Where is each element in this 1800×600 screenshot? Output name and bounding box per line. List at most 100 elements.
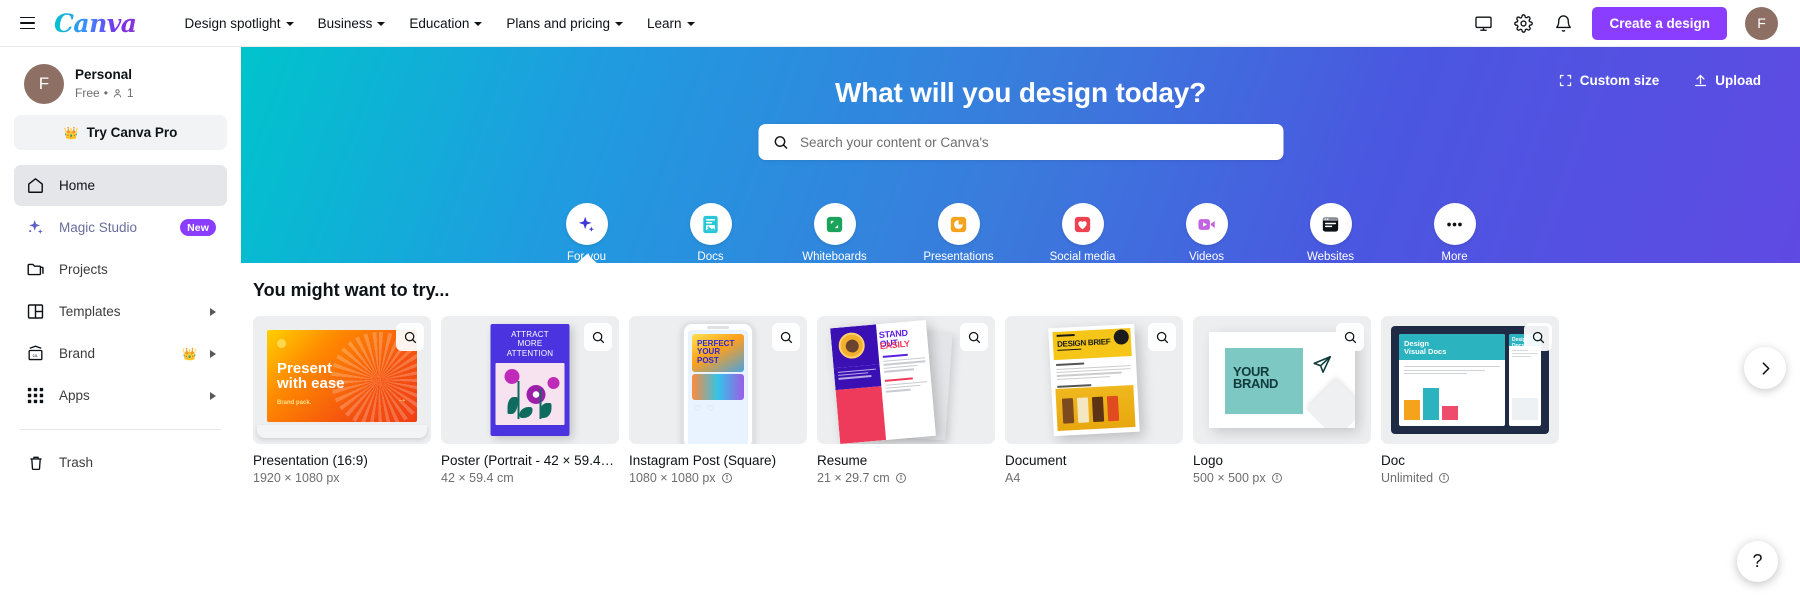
category-icon-circle (565, 203, 608, 245)
home-icon (25, 175, 46, 196)
chevron-down-icon (285, 22, 294, 26)
dimension-text: 42 × 59.4 cm (441, 471, 514, 485)
category-whiteboards[interactable]: Whiteboards (799, 203, 871, 263)
active-category-indicator (575, 254, 598, 263)
bell-icon[interactable] (1546, 6, 1580, 40)
category-icon-circle (813, 203, 856, 245)
upload-button[interactable]: Upload (1680, 65, 1774, 96)
template-card-logo[interactable]: YOUR BRAND Logo 500 × 500 px (1193, 316, 1371, 485)
preview-magnifier-button[interactable] (584, 323, 612, 351)
top-navigation-bar: Canva Design spotlight Business Educatio… (0, 0, 1800, 47)
category-for-you[interactable]: For you (551, 203, 623, 263)
search-icon (968, 331, 980, 343)
sidebar-item-home[interactable]: Home (14, 165, 227, 206)
hero-banner: Custom size Upload What will you design … (241, 47, 1800, 263)
preview-magnifier-button[interactable] (1336, 323, 1364, 351)
template-thumbnail: ATTRACT MORE ATTENTION (441, 316, 619, 444)
template-title: Resume (817, 453, 868, 468)
search-input[interactable] (800, 134, 1269, 150)
canva-logo[interactable]: Canva (54, 11, 141, 36)
more-icon (1447, 222, 1462, 226)
custom-size-button[interactable]: Custom size (1545, 65, 1673, 96)
carousel-next-button[interactable] (1744, 347, 1786, 389)
nav-link-business[interactable]: Business (308, 9, 396, 38)
template-card-doc[interactable]: Design Visual Docs Design Docs Doc Unlim… (1381, 316, 1559, 485)
sidebar-item-magic-studio[interactable]: Magic Studio New (14, 207, 227, 248)
template-title: Instagram Post (Square) (629, 453, 777, 468)
whiteboard-icon (826, 216, 843, 232)
hero-action-buttons: Custom size Upload (1545, 65, 1774, 96)
hamburger-menu-icon[interactable] (14, 10, 40, 36)
nav-link-education[interactable]: Education (399, 9, 492, 38)
template-dimensions: 42 × 59.4 cm (441, 471, 619, 485)
template-thumbnail: YOUR BRAND (1193, 316, 1371, 444)
template-card-resume[interactable]: STAND OUT EASILY Resume 21 × 29.7 cm (817, 316, 995, 485)
info-icon[interactable] (1438, 472, 1450, 484)
chevron-down-icon (377, 22, 386, 26)
nav-link-label: Business (317, 15, 373, 31)
custom-size-icon (1559, 74, 1571, 87)
sidebar-item-trash[interactable]: Trash (14, 442, 227, 483)
account-plan-info: Free • 1 (75, 85, 134, 102)
sidebar-item-brand[interactable]: co. Brand 👑 (14, 333, 227, 374)
search-box[interactable] (758, 124, 1283, 160)
sidebar-item-projects[interactable]: Projects (14, 249, 227, 290)
suggestions-section: You might want to try... Present with eas… (241, 263, 1800, 485)
help-button[interactable]: ? (1737, 541, 1778, 582)
info-icon[interactable] (895, 472, 907, 484)
category-label: Whiteboards (802, 251, 867, 263)
template-card-document[interactable]: DESIGN BRIEF Document A4 (1005, 316, 1183, 485)
create-a-design-button[interactable]: Create a design (1592, 6, 1727, 40)
preview-magnifier-button[interactable] (960, 323, 988, 351)
sidebar-item-templates[interactable]: Templates (14, 291, 227, 332)
sparkle-icon (578, 216, 595, 232)
template-title: Presentation (16:9) (253, 453, 368, 468)
custom-size-label: Custom size (1579, 73, 1660, 88)
user-avatar[interactable]: F (1745, 6, 1778, 40)
sidebar-divider (20, 429, 221, 430)
template-title: Logo (1193, 453, 1224, 468)
sidebar-item-apps[interactable]: Apps (14, 375, 227, 416)
gear-icon[interactable] (1506, 6, 1540, 40)
category-presentations[interactable]: Presentations (923, 203, 995, 263)
category-more[interactable]: More (1419, 203, 1491, 263)
category-docs[interactable]: Docs (675, 203, 747, 263)
video-icon (1198, 218, 1215, 230)
preview-magnifier-button[interactable] (1148, 323, 1176, 351)
chevron-right-icon (210, 391, 216, 400)
category-websites[interactable]: Websites (1295, 203, 1367, 263)
template-card-list: Present with ease Brand pack. → Presenta… (241, 301, 1800, 485)
try-canva-pro-button[interactable]: 👑 Try Canva Pro (14, 115, 227, 150)
nav-link-learn[interactable]: Learn (637, 9, 705, 38)
category-label: Docs (697, 251, 724, 263)
preview-magnifier-button[interactable] (1524, 323, 1552, 351)
sparkle-icon (25, 217, 46, 238)
template-card-presentation[interactable]: Present with ease Brand pack. → Presenta… (253, 316, 431, 485)
template-title: Poster (Portrait - 42 × 59.4 ... (441, 453, 616, 468)
dimension-text: A4 (1005, 471, 1021, 485)
template-dimensions: 21 × 29.7 cm (817, 471, 995, 485)
template-card-poster[interactable]: ATTRACT MORE ATTENTION Poster (Portrait … (441, 316, 619, 485)
category-videos[interactable]: Videos (1171, 203, 1243, 263)
template-title: Doc (1381, 453, 1406, 468)
search-icon (404, 331, 416, 343)
sidebar-item-label: Projects (59, 262, 108, 277)
docs-icon (703, 215, 718, 233)
nav-right-actions: Create a design F (1466, 6, 1778, 40)
preview-magnifier-button[interactable] (772, 323, 800, 351)
monitor-icon[interactable] (1466, 6, 1500, 40)
template-dimensions: Unlimited (1381, 471, 1559, 485)
category-icon-circle (1433, 203, 1476, 245)
category-social-media[interactable]: Social media (1047, 203, 1119, 263)
preview-magnifier-button[interactable] (396, 323, 424, 351)
template-card-instagram-post[interactable]: PERFECT YOUR POST ♡ ♡ Instagram Post (Sq… (629, 316, 807, 485)
info-icon[interactable] (721, 472, 733, 484)
nav-link-plans-and-pricing[interactable]: Plans and pricing (496, 9, 633, 38)
dimension-text: 1080 × 1080 px (629, 471, 716, 485)
account-switcher[interactable]: F Personal Free • 1 (14, 61, 227, 115)
info-icon[interactable] (1271, 472, 1283, 484)
search-container (758, 124, 1283, 160)
nav-link-design-spotlight[interactable]: Design spotlight (175, 9, 304, 38)
chevron-down-icon (474, 22, 483, 26)
search-icon (1156, 331, 1168, 343)
